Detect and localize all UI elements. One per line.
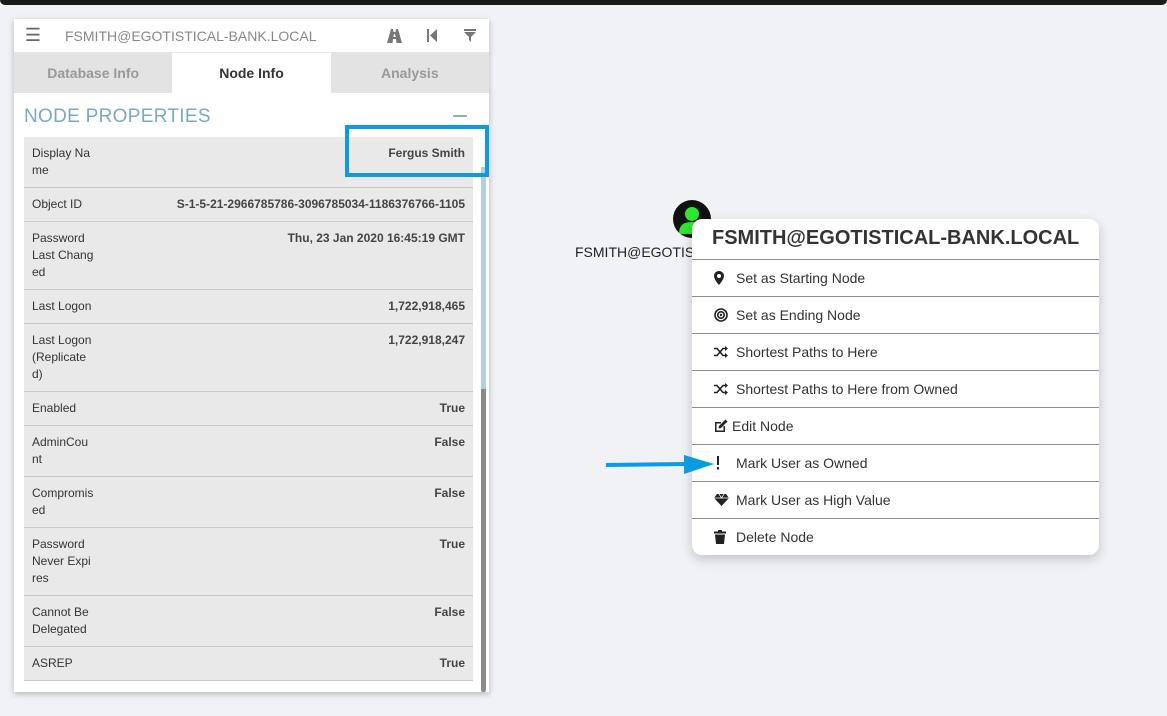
mark-user-high-value-item[interactable]: Mark User as High Value	[692, 481, 1099, 518]
map-marker-icon	[714, 271, 736, 285]
table-row: Object ID S-1-5-21-2966785786-3096785034-…	[24, 188, 473, 222]
node-context-menu: FSMITH@EGOTISTICAL-BANK.LOCAL Set as Sta…	[692, 219, 1099, 555]
menu-item-label: Mark User as Owned	[736, 455, 868, 471]
property-value: 1,722,918,247	[388, 333, 465, 347]
trash-icon	[714, 530, 736, 544]
property-value: True	[439, 401, 465, 415]
filter-icon[interactable]	[451, 29, 489, 42]
set-ending-node-item[interactable]: Set as Ending Node	[692, 296, 1099, 333]
display-name-highlight-box	[345, 125, 489, 177]
property-label: Password Last Changed	[32, 231, 94, 279]
property-label: Object ID	[32, 197, 83, 211]
table-row: Password Last Changed Thu, 23 Jan 2020 16…	[24, 222, 473, 290]
property-value: Thu, 23 Jan 2020 16:45:19 GMT	[287, 231, 465, 245]
path-finding-road-icon[interactable]	[375, 28, 413, 43]
property-label: ASREP	[32, 656, 73, 670]
table-row: Last Logon 1,722,918,465	[24, 290, 473, 324]
search-row: ☰	[14, 19, 489, 53]
top-window-edge	[0, 0, 1167, 5]
edit-icon	[714, 419, 732, 433]
random-icon	[714, 346, 736, 358]
properties-scrollbar[interactable]	[481, 167, 486, 692]
menu-item-label: Delete Node	[736, 529, 814, 545]
property-label: Password Never Expires	[32, 537, 91, 585]
table-row: Password Never Expires True	[24, 528, 473, 596]
hamburger-menu-icon[interactable]: ☰	[14, 25, 52, 46]
delete-node-item[interactable]: Delete Node	[692, 518, 1099, 555]
property-label: Last Logon (Replicated)	[32, 333, 92, 381]
menu-item-label: Shortest Paths to Here	[736, 344, 878, 360]
tab-bar: Database Info Node Info Analysis	[14, 53, 489, 93]
tab-analysis[interactable]: Analysis	[330, 53, 489, 93]
node-properties-section: NODE PROPERTIES Display Name Fergus Smith…	[14, 93, 489, 692]
table-row: Compromised False	[24, 477, 473, 528]
scrollbar-thumb[interactable]	[481, 167, 486, 389]
exclamation-icon	[714, 456, 736, 470]
search-panel: ☰ Database Info Node Info Analysis NODE …	[14, 19, 489, 692]
menu-item-label: Edit Node	[732, 418, 794, 434]
property-label: Cannot Be Delegated	[32, 605, 89, 636]
random-icon	[714, 383, 736, 395]
property-label: Last Logon	[32, 299, 92, 313]
edit-node-item[interactable]: Edit Node	[692, 407, 1099, 444]
search-input[interactable]	[52, 20, 375, 51]
property-value: False	[434, 435, 465, 449]
shortest-paths-from-owned-item[interactable]: Shortest Paths to Here from Owned	[692, 370, 1099, 407]
property-value: False	[434, 486, 465, 500]
section-title: NODE PROPERTIES	[24, 106, 211, 127]
menu-item-label: Shortest Paths to Here from Owned	[736, 381, 958, 397]
property-value: False	[434, 605, 465, 619]
menu-item-label: Set as Starting Node	[736, 270, 866, 286]
tab-node-info[interactable]: Node Info	[172, 53, 331, 93]
back-step-icon[interactable]	[413, 29, 451, 42]
table-row: Cannot Be Delegated False	[24, 596, 473, 647]
menu-item-label: Set as Ending Node	[736, 307, 861, 323]
property-value: S-1-5-21-2966785786-3096785034-118637676…	[176, 197, 465, 211]
property-value: 1,722,918,465	[388, 299, 465, 313]
mark-user-owned-item[interactable]: Mark User as Owned	[692, 444, 1099, 481]
context-menu-title: FSMITH@EGOTISTICAL-BANK.LOCAL	[712, 227, 1080, 249]
table-row: ASREP True	[24, 647, 473, 681]
pointer-arrow	[606, 455, 714, 474]
property-value: True	[439, 537, 465, 551]
property-label: Compromised	[32, 486, 94, 517]
property-label: AdminCount	[32, 435, 89, 466]
table-row: Last Logon (Replicated) 1,722,918,247	[24, 324, 473, 392]
table-row: AdminCount False	[24, 426, 473, 477]
property-label: Enabled	[32, 401, 77, 415]
menu-item-label: Mark User as High Value	[736, 492, 891, 508]
property-label: Display Name	[32, 146, 91, 177]
collapse-icon[interactable]	[453, 115, 467, 117]
shortest-paths-here-item[interactable]: Shortest Paths to Here	[692, 333, 1099, 370]
gem-icon	[714, 494, 736, 506]
set-starting-node-item[interactable]: Set as Starting Node	[692, 259, 1099, 296]
properties-table: Display Name Fergus Smith Object ID S-1-5-…	[24, 137, 473, 681]
tab-database-info[interactable]: Database Info	[14, 53, 173, 93]
bullseye-icon	[714, 308, 736, 322]
table-row: Enabled True	[24, 392, 473, 426]
property-value: True	[439, 656, 465, 670]
